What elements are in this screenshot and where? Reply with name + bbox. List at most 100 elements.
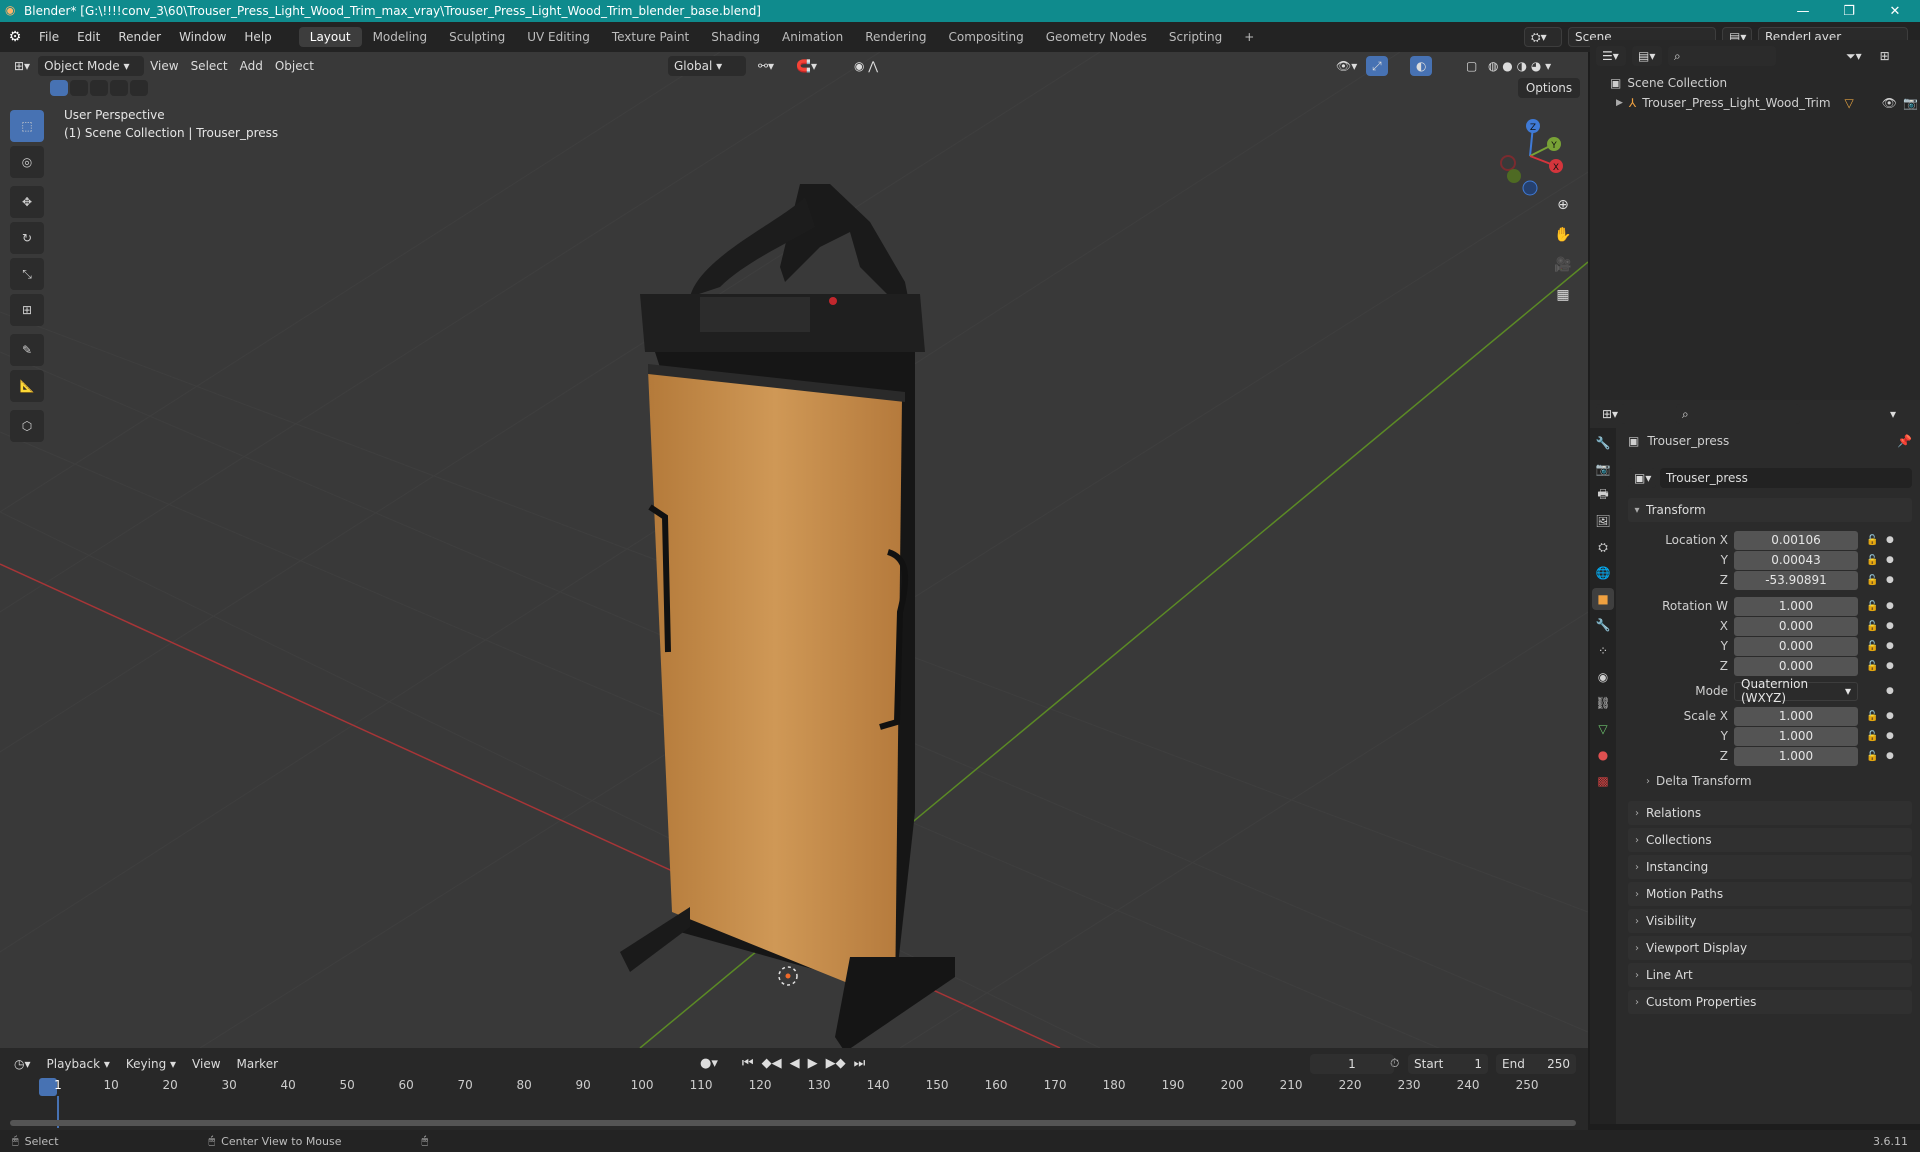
constraints-tab-icon[interactable]: ⛓ [1592, 692, 1614, 714]
motion-paths-panel-header[interactable]: › Motion Paths [1628, 882, 1912, 906]
texture-tab-icon[interactable]: ▩ [1592, 770, 1614, 792]
lock-icon[interactable]: 🔓 [1866, 641, 1882, 652]
restore-button[interactable]: ❐ [1826, 0, 1872, 22]
scale-tool-icon[interactable]: ⤡ [10, 258, 44, 290]
tab-modeling[interactable]: Modeling [362, 27, 439, 47]
outliner-display-mode-icon[interactable]: ▤▾ [1632, 46, 1662, 66]
keyframe-dot-icon[interactable]: ● [1886, 575, 1902, 585]
rotation-mode-dropdown[interactable]: Quaternion (WXYZ) ▾ [1734, 677, 1858, 705]
keyframe-dot-icon[interactable]: ● [1886, 751, 1902, 761]
camera-view-icon[interactable]: 🎥 [1550, 252, 1576, 278]
zoom-icon[interactable]: ⊕ [1550, 192, 1576, 218]
render-tab-icon[interactable]: 📷 [1592, 458, 1614, 480]
physics-tab-icon[interactable]: ◉ [1592, 666, 1614, 688]
scale-z-field[interactable]: 1.000 [1734, 746, 1858, 766]
play-reverse-icon[interactable]: ◀ [790, 1056, 800, 1071]
scale-y-field[interactable]: 1.000 [1734, 726, 1858, 746]
select-box-tool-icon[interactable]: ⬚ [10, 110, 44, 142]
viewport-menu-view[interactable]: View [144, 56, 184, 76]
properties-search-input[interactable]: ⌕ [1676, 404, 1800, 424]
keyframe-dot-icon[interactable]: ● [1886, 535, 1902, 545]
eye-visibility-icon[interactable]: 👁 [1882, 96, 1897, 110]
add-cube-tool-icon[interactable]: ⬡ [10, 410, 44, 442]
lock-icon[interactable]: 🔓 [1866, 575, 1882, 586]
tab-uv-editing[interactable]: UV Editing [516, 27, 601, 47]
timeline-menu-marker[interactable]: Marker [231, 1054, 284, 1074]
timeline-scrollbar[interactable] [10, 1120, 1576, 1126]
lock-icon[interactable]: 🔓 [1866, 621, 1882, 632]
lock-icon[interactable]: 🔓 [1866, 601, 1882, 612]
instancing-panel-header[interactable]: › Instancing [1628, 855, 1912, 879]
scale-x-field[interactable]: 1.000 [1734, 706, 1858, 726]
menu-edit[interactable]: Edit [68, 30, 109, 44]
tab-scripting[interactable]: Scripting [1158, 27, 1233, 47]
line-art-panel-header[interactable]: › Line Art [1628, 963, 1912, 987]
frame-ruler[interactable]: 1 10 20 30 40 50 60 70 80 90 100 110 120 130 140 150 160… [0, 1078, 1588, 1128]
viewport-display-panel-header[interactable]: › Viewport Display [1628, 936, 1912, 960]
tab-rendering[interactable]: Rendering [854, 27, 937, 47]
pin-icon[interactable]: 📌 [1897, 434, 1912, 448]
object-tab-icon[interactable]: ■ [1592, 588, 1614, 610]
outliner-filter-icon[interactable]: ⏷▾ [1840, 46, 1868, 66]
data-tab-icon[interactable]: ▽ [1592, 718, 1614, 740]
3d-viewport[interactable]: User Perspective (1) Scene Collection | … [0, 52, 1588, 1048]
viewport-menu-add[interactable]: Add [234, 56, 269, 76]
tab-geometry-nodes[interactable]: Geometry Nodes [1035, 27, 1158, 47]
properties-options-icon[interactable]: ▾ [1884, 404, 1902, 424]
modifier-tab-icon[interactable]: 🔧 [1592, 614, 1614, 636]
object-browse-icon[interactable]: ▣▾ [1628, 468, 1656, 488]
relations-panel-header[interactable]: › Relations [1628, 801, 1912, 825]
tab-texture-paint[interactable]: Texture Paint [601, 27, 700, 47]
timeline-editor-icon[interactable]: ◷▾ [8, 1054, 37, 1074]
measure-tool-icon[interactable]: 📐 [10, 370, 44, 402]
blender-menu-icon[interactable]: ⚙ [0, 29, 30, 45]
prev-keyframe-icon[interactable]: ◆◀ [762, 1056, 782, 1071]
play-icon[interactable]: ▶ [808, 1056, 818, 1071]
jump-start-icon[interactable]: ⏮ [742, 1056, 754, 1071]
render-camera-icon[interactable]: 📷 [1903, 96, 1918, 110]
transform-orientation-dropdown[interactable]: Global ▾ [668, 56, 746, 76]
select-extend-icon[interactable] [70, 80, 88, 96]
transform-tool-icon[interactable]: ⊞ [10, 294, 44, 326]
output-tab-icon[interactable]: 🖶 [1592, 484, 1614, 506]
object-name-field[interactable]: Trouser_press [1660, 468, 1912, 488]
keyframe-dot-icon[interactable]: ● [1886, 731, 1902, 741]
rotation-y-field[interactable]: 0.000 [1734, 636, 1858, 656]
timeline-menu-view[interactable]: View [186, 1054, 226, 1074]
lock-icon[interactable]: 🔓 [1866, 535, 1882, 546]
pivot-icon[interactable]: ⚯▾ [752, 56, 780, 76]
collections-panel-header[interactable]: › Collections [1628, 828, 1912, 852]
scene-tab-icon[interactable]: ⛭ [1592, 536, 1614, 558]
rotation-z-field[interactable]: 0.000 [1734, 656, 1858, 676]
proportional-edit-icon[interactable]: ◉ ⋀ [848, 56, 884, 76]
visibility-icon[interactable]: 👁▾ [1330, 56, 1363, 76]
tab-sculpting[interactable]: Sculpting [438, 27, 516, 47]
navigation-gizmo[interactable]: Z Y X [1488, 114, 1572, 198]
minimize-button[interactable]: — [1780, 0, 1826, 22]
rotation-x-field[interactable]: 0.000 [1734, 616, 1858, 636]
lock-icon[interactable]: 🔓 [1866, 731, 1882, 742]
rotate-tool-icon[interactable]: ↻ [10, 222, 44, 254]
start-frame-field[interactable]: Start 1 [1408, 1054, 1488, 1074]
end-frame-field[interactable]: End 250 [1496, 1054, 1576, 1074]
keyframe-dot-icon[interactable]: ● [1886, 621, 1902, 631]
lock-icon[interactable]: 🔓 [1866, 711, 1882, 722]
shading-modes-icon[interactable]: ◍ ● ◑ ◕ ▾ [1482, 56, 1557, 76]
gizmo-toggle-icon[interactable]: ⤢ [1366, 56, 1388, 76]
visibility-panel-header[interactable]: › Visibility [1628, 909, 1912, 933]
add-workspace-button[interactable]: + [1233, 27, 1265, 47]
menu-render[interactable]: Render [109, 30, 170, 44]
keyframe-dot-icon[interactable]: ● [1886, 711, 1902, 721]
material-tab-icon[interactable]: ● [1592, 744, 1614, 766]
select-new-icon[interactable] [50, 80, 68, 96]
transform-panel-header[interactable]: ▾ Transform [1628, 498, 1912, 522]
tab-shading[interactable]: Shading [700, 27, 771, 47]
modifier-filter-icon[interactable]: ▽ [1845, 96, 1854, 110]
keyframe-dot-icon[interactable]: ● [1886, 661, 1902, 671]
tab-animation[interactable]: Animation [771, 27, 854, 47]
outliner-item-label[interactable]: Trouser_Press_Light_Wood_Trim [1642, 96, 1830, 110]
record-icon[interactable]: ●▾ [700, 1056, 718, 1071]
lock-icon[interactable]: 🔓 [1866, 751, 1882, 762]
select-subtract-icon[interactable] [90, 80, 108, 96]
next-keyframe-icon[interactable]: ▶◆ [826, 1056, 846, 1071]
